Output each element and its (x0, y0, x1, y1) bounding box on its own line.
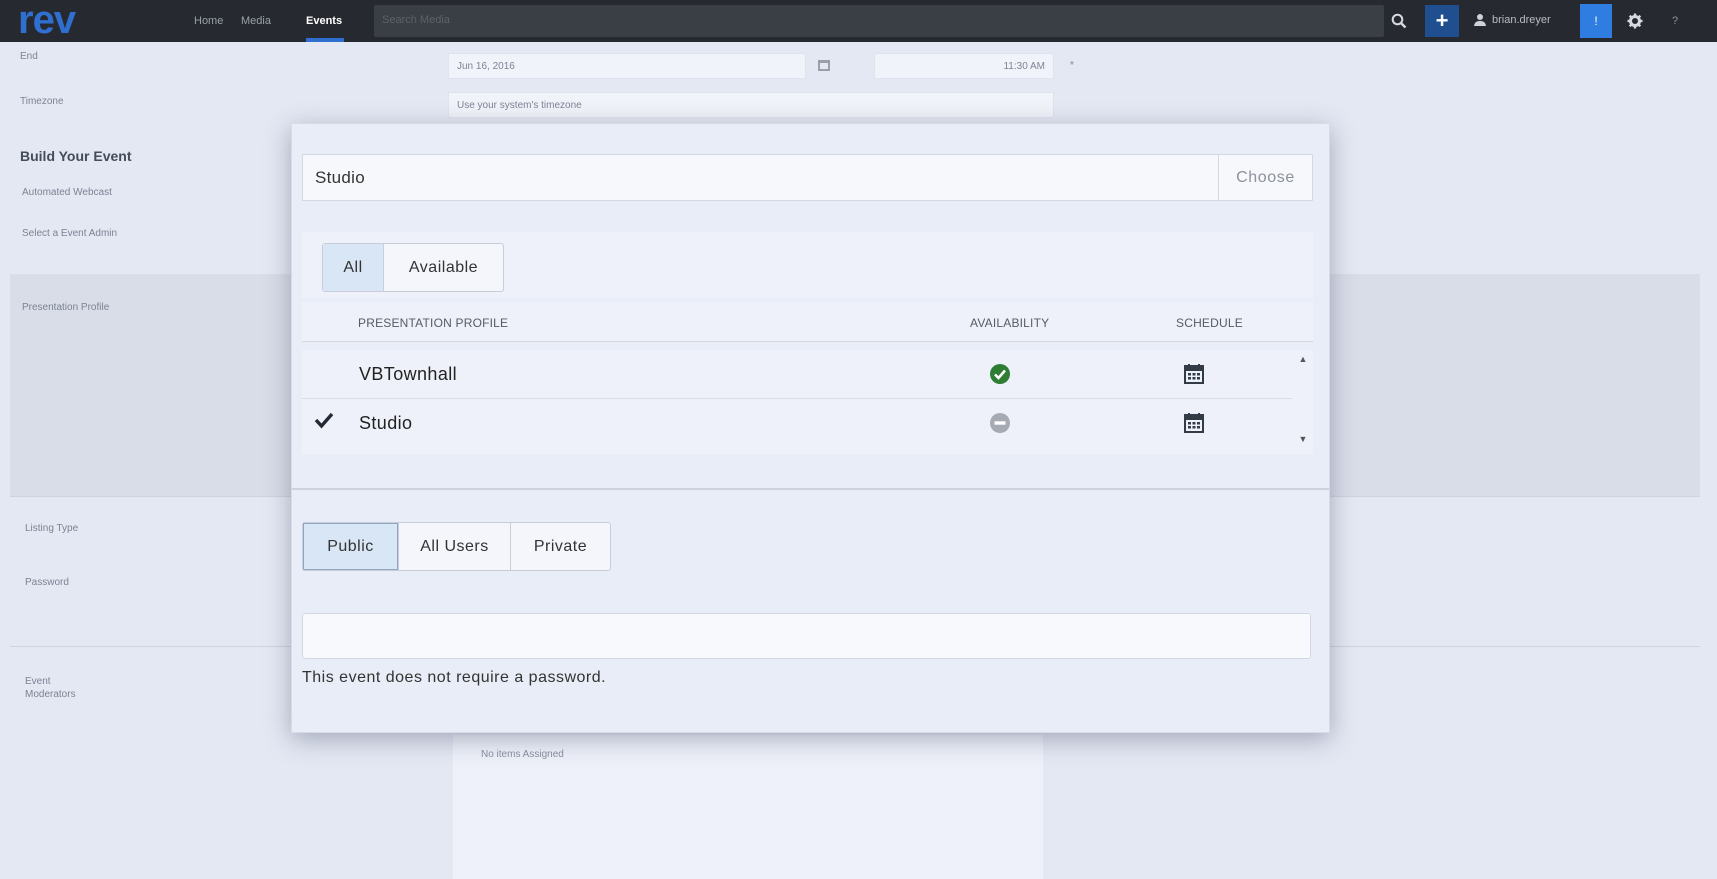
profile-table-header: PRESENTATION PROFILE AVAILABILITY SCHEDU… (302, 302, 1313, 342)
presentation-profile-field[interactable]: Studio Choose (302, 154, 1313, 201)
listing-type-label: Listing Type (25, 523, 79, 534)
event-admin-label: Select a Event Admin (22, 228, 118, 239)
presentation-profile-label: Presentation Profile (22, 302, 110, 313)
listing-private-button[interactable]: Private (510, 523, 610, 570)
add-button[interactable]: + (1425, 5, 1459, 37)
nav-events[interactable]: Events (306, 15, 342, 27)
choose-button[interactable]: Choose (1218, 155, 1312, 200)
green-check-circle-icon (990, 364, 1010, 384)
filter-all-button[interactable]: All (323, 244, 383, 291)
calendar-icon[interactable] (1183, 363, 1205, 385)
scroll-up-arrow[interactable]: ▲ (1296, 354, 1310, 368)
calendar-icon[interactable] (1183, 412, 1205, 434)
table-row[interactable]: VBTownhall (302, 350, 1292, 398)
scroll-down-arrow[interactable]: ▼ (1296, 434, 1310, 448)
event-moderators-label: Event (25, 676, 51, 687)
listing-all-users-button[interactable]: All Users (398, 523, 510, 570)
automated-webcast-label: Automated Webcast (22, 187, 112, 198)
filter-panel: All Available (302, 232, 1313, 298)
checkmark-icon (314, 412, 334, 429)
table-row[interactable]: Studio (302, 398, 1292, 446)
nav-home[interactable]: Home (194, 15, 223, 27)
timezone-select[interactable]: Use your system's timezone (448, 92, 1054, 118)
timezone-label: Timezone (20, 96, 64, 107)
search-icon[interactable] (1386, 8, 1412, 34)
listing-type-selector: Public All Users Private (302, 522, 611, 571)
presentation-profile-modal: Studio Choose All Available PRESENTATION… (291, 123, 1330, 733)
column-schedule[interactable]: SCHEDULE (1176, 316, 1243, 330)
gear-icon[interactable] (1622, 8, 1648, 34)
nav-active-indicator (306, 38, 344, 42)
notifications-button[interactable]: ! (1580, 4, 1612, 38)
user-menu[interactable]: brian.dreyer (1474, 14, 1551, 26)
availability-filter: All Available (322, 243, 504, 292)
column-presentation-profile[interactable]: PRESENTATION PROFILE (358, 316, 508, 330)
profile-name: Studio (359, 413, 413, 433)
top-nav-bar: rev Home Media Events Search Media + bri… (0, 0, 1717, 42)
no-items-text: No items Assigned (481, 749, 564, 760)
profile-table-body: VBTownhall Studio ▲ ▼ (302, 350, 1313, 454)
profile-name: VBTownhall (359, 364, 458, 384)
search-input[interactable]: Search Media (374, 5, 1384, 37)
end-label: End (20, 51, 38, 62)
password-input[interactable] (302, 613, 1311, 659)
filter-available-button[interactable]: Available (383, 244, 503, 291)
column-availability[interactable]: AVAILABILITY (970, 316, 1049, 330)
username: brian.dreyer (1492, 14, 1551, 26)
event-moderators-label-2: Moderators (25, 689, 76, 700)
end-date-input[interactable]: Jun 16, 2016 (448, 53, 806, 79)
required-marker: * (1070, 60, 1074, 71)
password-label: Password (25, 577, 69, 588)
modal-divider (292, 488, 1329, 490)
listing-public-button[interactable]: Public (303, 523, 398, 570)
rev-logo[interactable]: rev (18, 0, 76, 43)
selected-profile-value: Studio (315, 168, 366, 187)
nav-media[interactable]: Media (241, 15, 271, 27)
gray-minus-circle-icon (990, 413, 1010, 433)
user-icon (1474, 14, 1486, 26)
calendar-icon[interactable] (818, 60, 830, 71)
password-help-text: This event does not require a password. (302, 669, 607, 686)
build-event-heading: Build Your Event (20, 148, 132, 164)
help-icon[interactable]: ? (1662, 8, 1688, 34)
end-time-input[interactable]: 11:30 AM (874, 53, 1054, 79)
